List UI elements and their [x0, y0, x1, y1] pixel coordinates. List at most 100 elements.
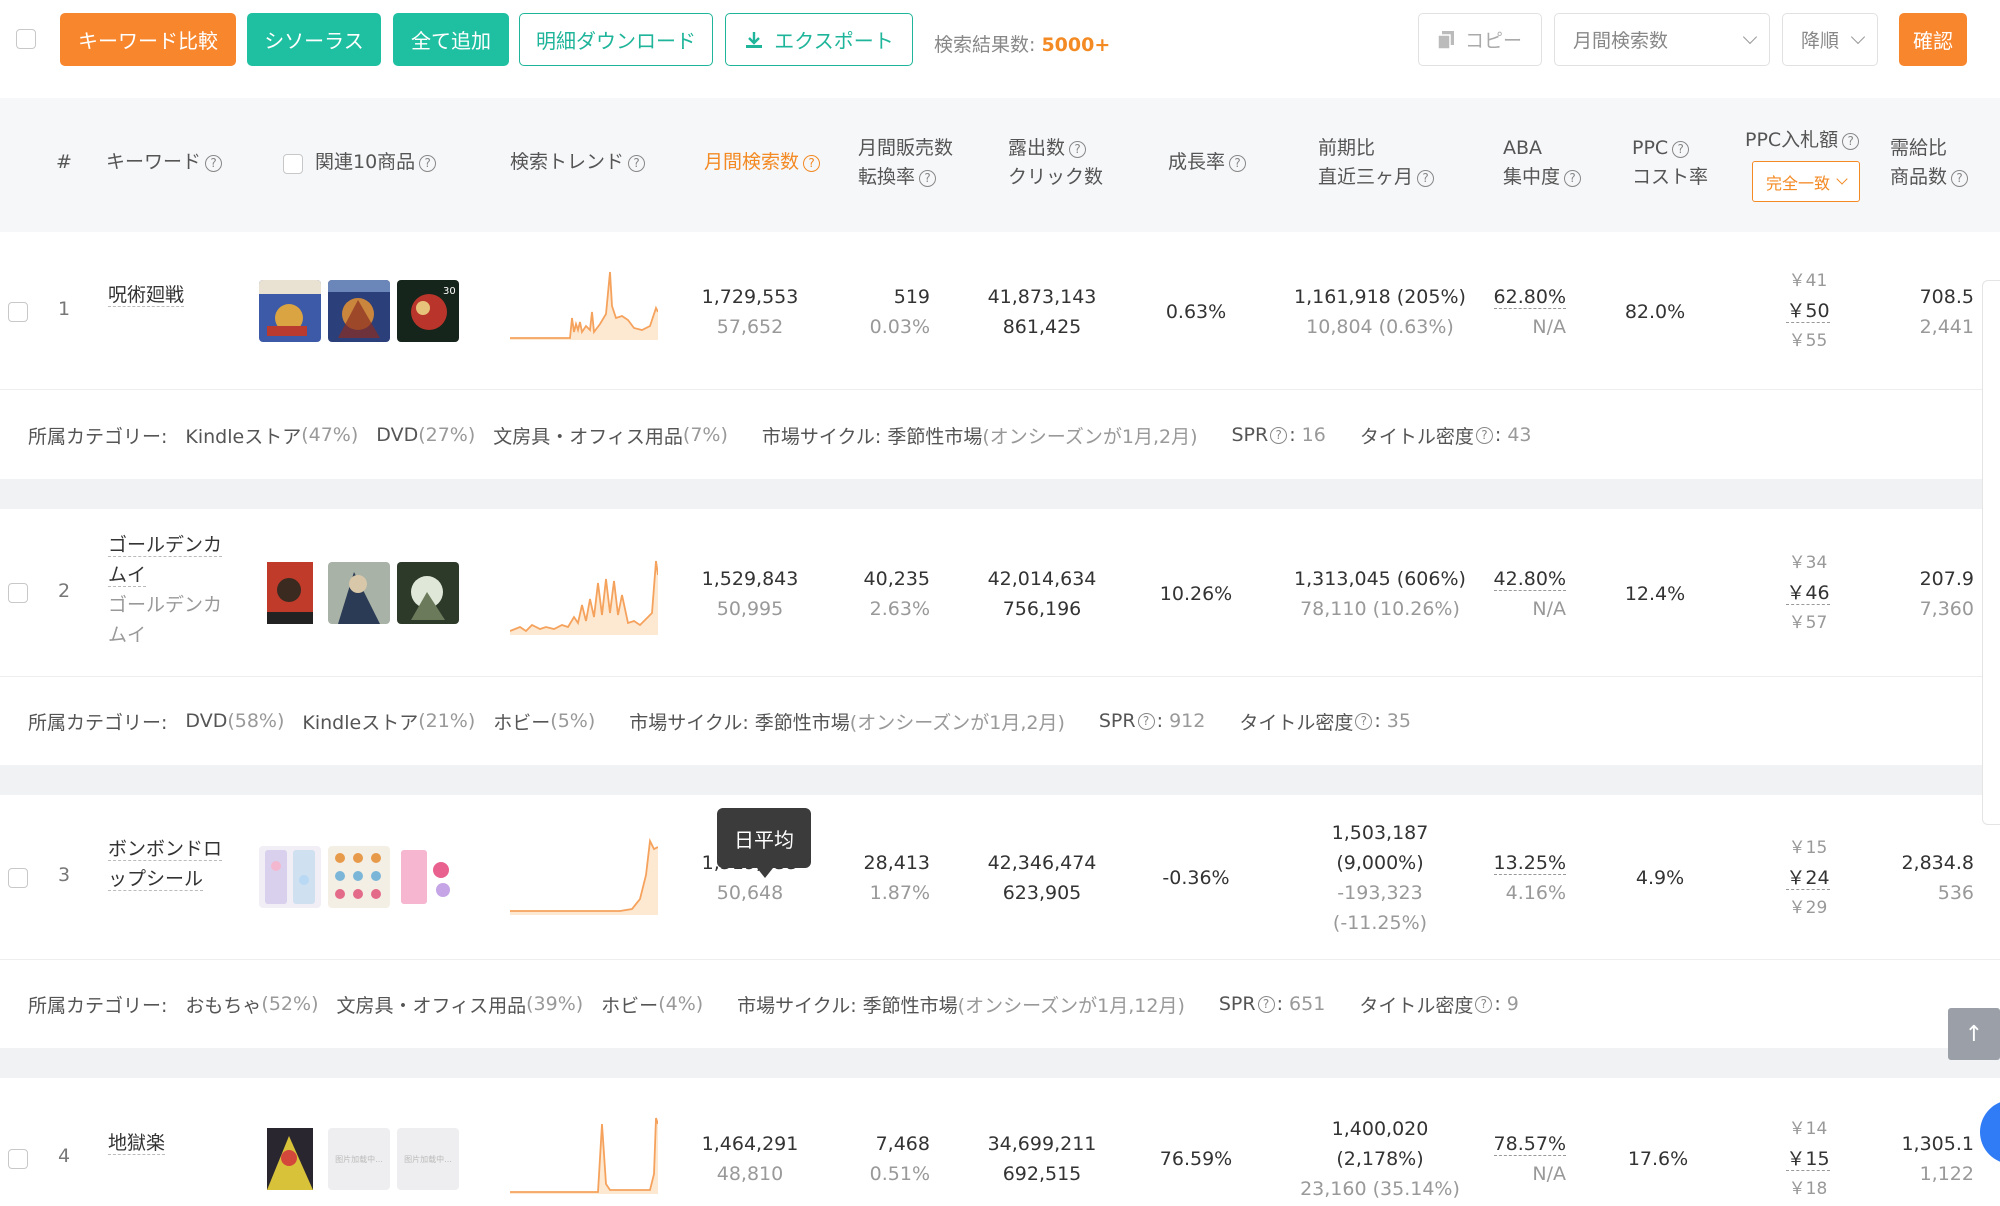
aba-value-text[interactable]: 13.25% [1493, 852, 1566, 875]
keyword-cell[interactable]: ゴールデンカムイ ゴールデンカムイ [108, 530, 238, 650]
col-monthly-search[interactable]: 月間検索数? [704, 148, 821, 177]
col-trend[interactable]: 検索トレンド? [510, 148, 646, 177]
category-name[interactable]: ホビー [601, 991, 658, 1018]
bid-mid-text[interactable]: ￥15 [1786, 1148, 1830, 1171]
search-trend-sparkline[interactable] [510, 260, 658, 340]
search-trend-sparkline[interactable] [510, 835, 658, 915]
product-thumbnail[interactable]: 30 [397, 280, 459, 342]
export-label: エクスポート [774, 29, 894, 53]
row-index: 4 [58, 1145, 71, 1167]
aba-value-text[interactable]: 62.80% [1493, 286, 1566, 309]
product-thumbnail[interactable] [259, 562, 321, 624]
bid-mid-text[interactable]: ￥50 [1786, 300, 1830, 323]
keyword-text[interactable]: 呪術廻戦 [108, 284, 185, 307]
help-icon[interactable]: ? [1069, 141, 1087, 158]
help-icon[interactable]: ? [628, 155, 646, 172]
help-icon[interactable]: ? [1137, 712, 1155, 730]
col-exposure[interactable]: 露出数? クリック数 [1008, 134, 1103, 192]
aba-value-text[interactable]: 42.80% [1493, 568, 1566, 591]
help-icon[interactable]: ? [1355, 712, 1373, 730]
help-icon[interactable]: ? [1564, 170, 1582, 187]
export-button[interactable]: エクスポート [725, 13, 913, 66]
bid-match-type-dropdown[interactable]: 完全一致 [1752, 161, 1860, 202]
aba-value-text[interactable]: 78.57% [1493, 1133, 1566, 1156]
confirm-button[interactable]: 確認 [1899, 13, 1967, 66]
col-supply[interactable]: 需給比 商品数? [1890, 134, 1969, 192]
clicks-value: 692,515 [1002, 1163, 1082, 1185]
sort-order-select[interactable]: 降順 [1782, 13, 1878, 66]
product-thumbnail[interactable] [328, 562, 390, 624]
search-trend-sparkline[interactable] [510, 555, 658, 635]
product-thumbnail[interactable] [328, 280, 390, 342]
keyword-text[interactable]: ゴールデンカムイ [108, 534, 223, 587]
side-panel-handle[interactable] [1982, 280, 2000, 825]
add-all-button[interactable]: 全て追加 [393, 13, 509, 66]
aba-value: 13.25% [1480, 848, 1566, 878]
keyword-cell[interactable]: 呪術廻戦 [108, 280, 185, 310]
category-name[interactable]: Kindleストア [185, 422, 301, 449]
monthly-sales-value: 7,468 [875, 1133, 930, 1155]
col-ppc[interactable]: PPC? コスト率 [1632, 134, 1708, 192]
product-thumbnail[interactable] [328, 846, 390, 908]
title-density-value: 35 [1386, 710, 1411, 732]
category-name[interactable]: おもちゃ [185, 991, 261, 1018]
bid-mid-text[interactable]: ￥46 [1786, 582, 1830, 605]
help-icon[interactable]: ? [919, 170, 937, 187]
help-icon[interactable]: ? [205, 155, 223, 172]
related-checkbox[interactable] [283, 154, 303, 174]
select-all-checkbox[interactable] [16, 29, 36, 49]
help-icon[interactable]: ? [1257, 995, 1275, 1013]
col-growth[interactable]: 成長率? [1168, 148, 1247, 177]
row-checkbox[interactable] [8, 1149, 28, 1169]
help-icon[interactable]: ? [803, 155, 821, 172]
help-icon[interactable]: ? [1229, 155, 1247, 172]
daily-search-value: 50,648 [716, 882, 784, 904]
search-trend-sparkline[interactable] [510, 1114, 658, 1194]
product-thumbnail[interactable] [397, 846, 459, 908]
row-checkbox[interactable] [8, 583, 28, 603]
copy-button[interactable]: コピー [1418, 13, 1542, 66]
category-name[interactable]: 文房具・オフィス用品 [336, 991, 526, 1018]
row-checkbox[interactable] [8, 868, 28, 888]
bid-mid-text[interactable]: ￥24 [1786, 867, 1830, 890]
product-thumbnail[interactable] [397, 562, 459, 624]
daily-average-tooltip: 日平均 [717, 808, 811, 878]
help-icon[interactable]: ? [1672, 141, 1690, 158]
detail-download-button[interactable]: 明細ダウンロード [519, 13, 713, 66]
category-name[interactable]: ホビー [493, 708, 550, 735]
category-name[interactable]: DVD [185, 710, 227, 732]
product-thumbnail[interactable] [259, 846, 321, 908]
keyword-text[interactable]: 地獄楽 [108, 1132, 166, 1155]
help-icon[interactable]: ? [419, 155, 437, 172]
keyword-text[interactable]: ボンボンドロップシール [108, 838, 223, 891]
col-prev[interactable]: 前期比 直近三ヶ月? [1318, 134, 1435, 192]
col-bid[interactable]: PPC入札額? [1745, 126, 1860, 155]
col-related[interactable]: 関連10商品? [315, 148, 437, 177]
category-name[interactable]: 文房具・オフィス用品 [493, 422, 683, 449]
daily-search-value: 57,652 [716, 316, 784, 338]
help-icon[interactable]: ? [1951, 170, 1969, 187]
bid-high-value: ￥55 [1788, 331, 1828, 351]
help-icon[interactable]: ? [1475, 995, 1493, 1013]
category-name[interactable]: Kindleストア [302, 708, 418, 735]
keyword-cell[interactable]: 地獄楽 [108, 1128, 166, 1158]
thesaurus-button[interactable]: シソーラス [247, 13, 381, 66]
col-keyword[interactable]: キーワード? [106, 148, 223, 177]
category-name[interactable]: DVD [376, 424, 418, 446]
sort-field-select[interactable]: 月間検索数 [1554, 13, 1770, 66]
bid-low-value: ￥15 [1788, 838, 1828, 858]
col-monthly-search-label: 月間検索数 [704, 151, 800, 173]
col-monthly-sales[interactable]: 月間販売数 転換率? [858, 134, 953, 192]
keyword-cell[interactable]: ボンボンドロップシール [108, 834, 232, 894]
help-icon[interactable]: ? [1842, 133, 1860, 150]
help-icon[interactable]: ? [1270, 426, 1288, 444]
spr-value: 912 [1169, 710, 1206, 732]
scroll-to-top-button[interactable]: ↑ [1948, 1008, 2000, 1060]
row-checkbox[interactable] [8, 302, 28, 322]
keyword-compare-button[interactable]: キーワード比較 [60, 13, 236, 66]
help-icon[interactable]: ? [1417, 170, 1435, 187]
product-thumbnail[interactable] [259, 1128, 321, 1190]
col-aba[interactable]: ABA 集中度? [1503, 134, 1582, 192]
help-icon[interactable]: ? [1475, 426, 1493, 444]
product-thumbnail[interactable] [259, 280, 321, 342]
